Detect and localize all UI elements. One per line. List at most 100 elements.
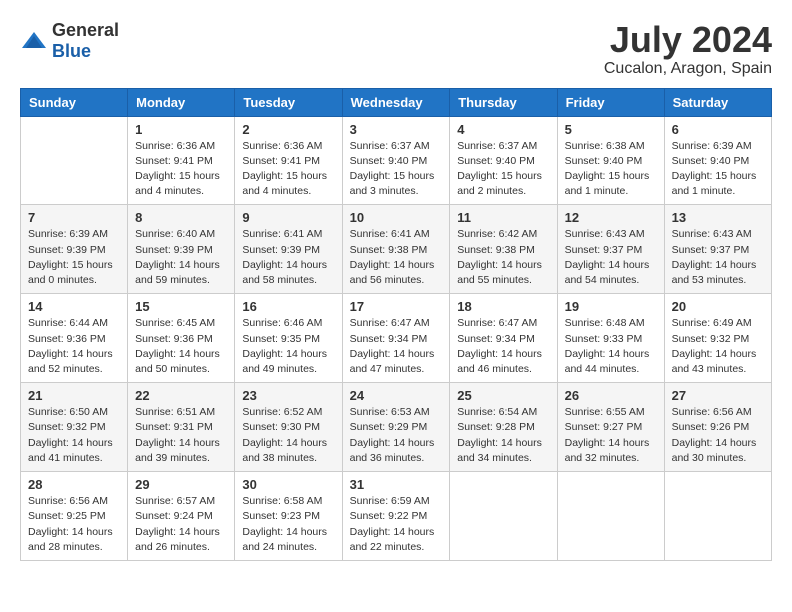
calendar-cell: 30 Sunrise: 6:58 AM Sunset: 9:23 PM Dayli…: [235, 472, 342, 561]
day-info: Sunrise: 6:55 AM Sunset: 9:27 PM Dayligh…: [565, 405, 657, 466]
calendar-cell: 12 Sunrise: 6:43 AM Sunset: 9:37 PM Dayli…: [557, 205, 664, 294]
day-number: 19: [565, 299, 657, 314]
day-info: Sunrise: 6:58 AM Sunset: 9:23 PM Dayligh…: [242, 494, 334, 555]
day-number: 16: [242, 299, 334, 314]
calendar-cell: 4Sunrise: 6:37 AM Sunset: 9:40 PM Daylig…: [450, 116, 557, 205]
day-info: Sunrise: 6:48 AM Sunset: 9:33 PM Dayligh…: [565, 316, 657, 377]
calendar-cell: 13Sunrise: 6:43 AM Sunset: 9:37 PM Dayli…: [664, 205, 771, 294]
day-number: 26: [565, 388, 657, 403]
day-number: 12: [565, 210, 657, 225]
day-info: Sunrise: 6:41 AM Sunset: 9:38 PM Dayligh…: [350, 227, 443, 288]
calendar-week-row: 14 Sunrise: 6:44 AM Sunset: 9:36 PM Dayli…: [21, 294, 772, 383]
calendar-cell: 29 Sunrise: 6:57 AM Sunset: 9:24 PM Dayli…: [128, 472, 235, 561]
day-number: 30: [242, 477, 334, 492]
logo: General Blue: [20, 20, 119, 62]
day-info: Sunrise: 6:50 AM Sunset: 9:32 PM Dayligh…: [28, 405, 120, 466]
calendar-week-row: 28 Sunrise: 6:56 AM Sunset: 9:25 PM Dayli…: [21, 472, 772, 561]
day-info: Sunrise: 6:41 AM Sunset: 9:39 PM Dayligh…: [242, 227, 334, 288]
calendar-cell: 2 Sunrise: 6:36 AM Sunset: 9:41 PM Daylig…: [235, 116, 342, 205]
day-number: 10: [350, 210, 443, 225]
day-info: Sunrise: 6:42 AM Sunset: 9:38 PM Dayligh…: [457, 227, 549, 288]
calendar-cell: 10 Sunrise: 6:41 AM Sunset: 9:38 PM Dayli…: [342, 205, 450, 294]
day-info: Sunrise: 6:54 AM Sunset: 9:28 PM Dayligh…: [457, 405, 549, 466]
day-info: Sunrise: 6:38 AM Sunset: 9:40 PM Dayligh…: [565, 139, 657, 200]
day-number: 22: [135, 388, 227, 403]
calendar-cell: 6Sunrise: 6:39 AM Sunset: 9:40 PM Daylig…: [664, 116, 771, 205]
day-number: 11: [457, 210, 549, 225]
day-info: Sunrise: 6:36 AM Sunset: 9:41 PM Dayligh…: [135, 139, 227, 200]
weekday-header-cell: Sunday: [21, 88, 128, 116]
calendar-cell: [450, 472, 557, 561]
calendar-cell: [557, 472, 664, 561]
day-info: Sunrise: 6:56 AM Sunset: 9:26 PM Dayligh…: [672, 405, 764, 466]
logo-icon: [20, 30, 48, 52]
day-number: 7: [28, 210, 120, 225]
day-number: 31: [350, 477, 443, 492]
day-info: Sunrise: 6:56 AM Sunset: 9:25 PM Dayligh…: [28, 494, 120, 555]
day-number: 1: [135, 122, 227, 137]
calendar-cell: 31 Sunrise: 6:59 AM Sunset: 9:22 PM Dayli…: [342, 472, 450, 561]
weekday-header-cell: Thursday: [450, 88, 557, 116]
day-info: Sunrise: 6:39 AM Sunset: 9:39 PM Dayligh…: [28, 227, 120, 288]
calendar-cell: 3Sunrise: 6:37 AM Sunset: 9:40 PM Daylig…: [342, 116, 450, 205]
weekday-header-cell: Monday: [128, 88, 235, 116]
day-info: Sunrise: 6:51 AM Sunset: 9:31 PM Dayligh…: [135, 405, 227, 466]
month-title: July 2024: [604, 20, 772, 60]
day-info: Sunrise: 6:40 AM Sunset: 9:39 PM Dayligh…: [135, 227, 227, 288]
day-number: 13: [672, 210, 764, 225]
weekday-header-row: SundayMondayTuesdayWednesdayThursdayFrid…: [21, 88, 772, 116]
day-number: 15: [135, 299, 227, 314]
day-number: 27: [672, 388, 764, 403]
day-number: 23: [242, 388, 334, 403]
calendar-cell: 26 Sunrise: 6:55 AM Sunset: 9:27 PM Dayli…: [557, 383, 664, 472]
calendar-table: SundayMondayTuesdayWednesdayThursdayFrid…: [20, 88, 772, 561]
day-number: 28: [28, 477, 120, 492]
day-number: 5: [565, 122, 657, 137]
calendar-cell: 11 Sunrise: 6:42 AM Sunset: 9:38 PM Dayli…: [450, 205, 557, 294]
calendar-cell: 24Sunrise: 6:53 AM Sunset: 9:29 PM Dayli…: [342, 383, 450, 472]
calendar-body: 1 Sunrise: 6:36 AM Sunset: 9:41 PM Daylig…: [21, 116, 772, 560]
day-info: Sunrise: 6:44 AM Sunset: 9:36 PM Dayligh…: [28, 316, 120, 377]
weekday-header-cell: Saturday: [664, 88, 771, 116]
day-number: 14: [28, 299, 120, 314]
weekday-header-cell: Wednesday: [342, 88, 450, 116]
weekday-header-cell: Friday: [557, 88, 664, 116]
day-number: 9: [242, 210, 334, 225]
day-number: 24: [350, 388, 443, 403]
calendar-cell: 1 Sunrise: 6:36 AM Sunset: 9:41 PM Daylig…: [128, 116, 235, 205]
calendar-cell: 21Sunrise: 6:50 AM Sunset: 9:32 PM Dayli…: [21, 383, 128, 472]
day-number: 6: [672, 122, 764, 137]
calendar-cell: 20 Sunrise: 6:49 AM Sunset: 9:32 PM Dayli…: [664, 294, 771, 383]
logo-blue: Blue: [52, 41, 91, 61]
calendar-cell: [664, 472, 771, 561]
day-number: 3: [350, 122, 443, 137]
calendar-cell: 17Sunrise: 6:47 AM Sunset: 9:34 PM Dayli…: [342, 294, 450, 383]
day-info: Sunrise: 6:45 AM Sunset: 9:36 PM Dayligh…: [135, 316, 227, 377]
calendar-week-row: 7 Sunrise: 6:39 AM Sunset: 9:39 PM Daylig…: [21, 205, 772, 294]
calendar-cell: 19 Sunrise: 6:48 AM Sunset: 9:33 PM Dayli…: [557, 294, 664, 383]
calendar-cell: 8Sunrise: 6:40 AM Sunset: 9:39 PM Daylig…: [128, 205, 235, 294]
calendar-cell: 14 Sunrise: 6:44 AM Sunset: 9:36 PM Dayli…: [21, 294, 128, 383]
day-info: Sunrise: 6:49 AM Sunset: 9:32 PM Dayligh…: [672, 316, 764, 377]
day-info: Sunrise: 6:47 AM Sunset: 9:34 PM Dayligh…: [457, 316, 549, 377]
day-number: 18: [457, 299, 549, 314]
day-number: 29: [135, 477, 227, 492]
day-info: Sunrise: 6:59 AM Sunset: 9:22 PM Dayligh…: [350, 494, 443, 555]
day-info: Sunrise: 6:36 AM Sunset: 9:41 PM Dayligh…: [242, 139, 334, 200]
day-info: Sunrise: 6:47 AM Sunset: 9:34 PM Dayligh…: [350, 316, 443, 377]
calendar-cell: 15 Sunrise: 6:45 AM Sunset: 9:36 PM Dayli…: [128, 294, 235, 383]
calendar-week-row: 21Sunrise: 6:50 AM Sunset: 9:32 PM Dayli…: [21, 383, 772, 472]
page-header: General Blue July 2024 Cucalon, Aragon, …: [20, 20, 772, 78]
calendar-cell: 28 Sunrise: 6:56 AM Sunset: 9:25 PM Dayli…: [21, 472, 128, 561]
calendar-cell: 9 Sunrise: 6:41 AM Sunset: 9:39 PM Daylig…: [235, 205, 342, 294]
location-title: Cucalon, Aragon, Spain: [604, 60, 772, 78]
calendar-cell: 23 Sunrise: 6:52 AM Sunset: 9:30 PM Dayli…: [235, 383, 342, 472]
day-number: 20: [672, 299, 764, 314]
calendar-cell: 5 Sunrise: 6:38 AM Sunset: 9:40 PM Daylig…: [557, 116, 664, 205]
day-number: 2: [242, 122, 334, 137]
calendar-cell: 22 Sunrise: 6:51 AM Sunset: 9:31 PM Dayli…: [128, 383, 235, 472]
day-info: Sunrise: 6:57 AM Sunset: 9:24 PM Dayligh…: [135, 494, 227, 555]
calendar-cell: 16Sunrise: 6:46 AM Sunset: 9:35 PM Dayli…: [235, 294, 342, 383]
day-info: Sunrise: 6:52 AM Sunset: 9:30 PM Dayligh…: [242, 405, 334, 466]
day-info: Sunrise: 6:43 AM Sunset: 9:37 PM Dayligh…: [565, 227, 657, 288]
